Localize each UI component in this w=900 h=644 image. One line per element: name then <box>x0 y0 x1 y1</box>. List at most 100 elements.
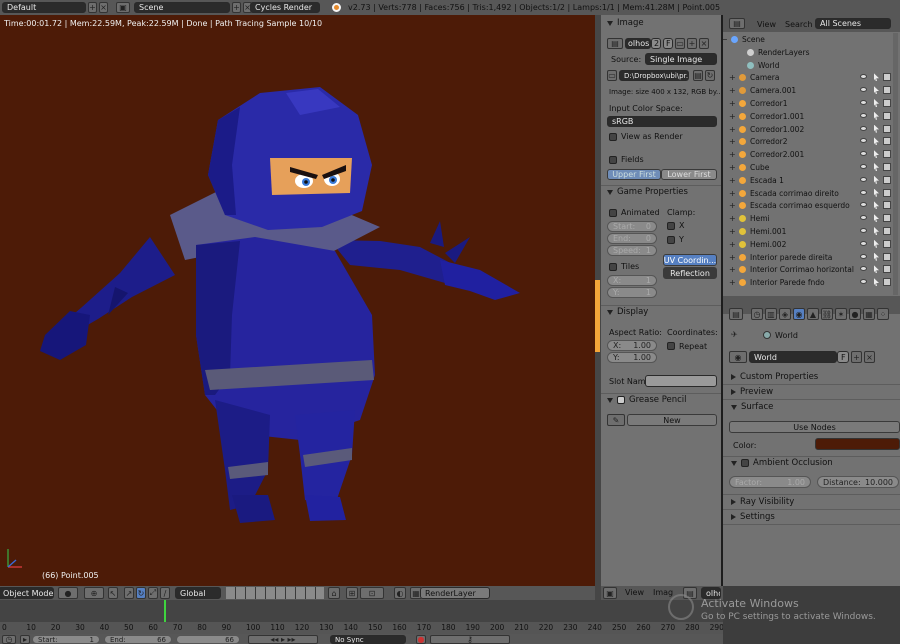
visibility-eye-icon[interactable] <box>860 87 867 93</box>
filepath-browse-icon[interactable]: ▤ <box>693 70 703 81</box>
expand-icon[interactable]: + <box>729 189 737 198</box>
add-layout-icon[interactable]: + <box>88 2 97 13</box>
expand-icon[interactable]: + <box>729 112 737 121</box>
shading-mode-icon[interactable]: ● <box>58 587 78 599</box>
rotate-icon[interactable]: ↻ <box>136 587 146 599</box>
lock-layer-icon[interactable]: ⌂ <box>328 587 340 599</box>
expand-icon[interactable]: + <box>729 73 737 82</box>
color-space-select[interactable]: sRGB <box>607 116 717 127</box>
outliner-view-menu[interactable]: View <box>757 20 776 29</box>
outliner-item[interactable]: + Hemi.002 <box>723 238 893 251</box>
proportional-icon[interactable]: ∕ <box>160 587 170 599</box>
tiles-checkbox[interactable] <box>609 263 617 271</box>
speed-field[interactable]: Speed: 1 <box>607 245 657 256</box>
texture-tab-icon[interactable]: ▦ <box>863 308 875 320</box>
world-new-icon[interactable]: + <box>851 351 862 363</box>
image-browse-icon[interactable]: ▤ <box>607 38 623 49</box>
render-layer-select[interactable]: RenderLayer <box>420 587 490 599</box>
renderable-camera-icon[interactable] <box>883 86 891 95</box>
use-nodes-button[interactable]: Use Nodes <box>729 421 900 433</box>
outliner-item[interactable]: + Escada corrimao esquerdo <box>723 199 893 212</box>
aspect-y-field[interactable]: Y: 1.00 <box>607 352 657 363</box>
timeline-view-icon[interactable]: ▸ <box>20 635 30 644</box>
record-icon[interactable]: ● <box>416 635 426 644</box>
outliner-item[interactable]: + Corredor1.002 <box>723 123 893 136</box>
renderable-camera-icon[interactable] <box>883 124 891 133</box>
screen-layout-select[interactable]: Default <box>2 2 86 13</box>
outliner-scrollbar[interactable] <box>893 33 898 295</box>
outliner-item[interactable]: + Hemi <box>723 212 893 225</box>
selectable-arrow-icon[interactable] <box>874 201 879 210</box>
expand-icon[interactable]: + <box>729 240 737 249</box>
expand-icon[interactable]: + <box>729 253 737 262</box>
outliner-item[interactable]: + Camera <box>723 71 893 84</box>
uv-coordinates-button[interactable]: UV Coordin... <box>663 254 717 266</box>
scene-tab-icon[interactable]: ◈ <box>779 308 791 320</box>
expand-icon[interactable]: + <box>729 150 737 159</box>
world-browse-icon[interactable]: ◉ <box>729 351 747 363</box>
fields-checkbox[interactable] <box>609 156 617 164</box>
expand-icon[interactable]: + <box>729 137 737 146</box>
render-engine-select[interactable]: Cycles Render <box>250 2 320 13</box>
renderable-camera-icon[interactable] <box>883 265 891 274</box>
constraints-tab-icon[interactable]: ⛓ <box>821 308 833 320</box>
visibility-eye-icon[interactable] <box>860 74 867 80</box>
slot-name-field[interactable] <box>645 375 717 387</box>
keying-set-icon[interactable]: ⚷ <box>430 635 510 644</box>
expand-icon[interactable]: + <box>729 214 737 223</box>
outliner-item[interactable]: + Interior Parede fndo <box>723 276 893 289</box>
world-name-field[interactable]: World <box>749 351 837 363</box>
image-open-icon[interactable]: ▭ <box>675 38 685 49</box>
outliner-item[interactable]: World <box>723 59 893 72</box>
renderable-camera-icon[interactable] <box>883 111 891 120</box>
timeline-editor-icon[interactable]: ◷ <box>2 635 16 644</box>
render-preview-icon[interactable]: ◐ <box>394 587 406 599</box>
visibility-eye-icon[interactable] <box>860 240 867 246</box>
image-unlink-icon[interactable]: × <box>699 38 709 49</box>
visibility-eye-icon[interactable] <box>860 164 867 169</box>
end-field[interactable]: End: 0 <box>607 233 657 244</box>
surface-header[interactable]: Surface <box>731 402 773 412</box>
viewport-3d[interactable]: Time:00:01.72 | Mem:22.59M, Peak:22.59M … <box>0 15 595 586</box>
visibility-eye-icon[interactable] <box>860 176 867 182</box>
image-new-icon[interactable]: + <box>687 38 697 49</box>
filepath-field[interactable]: D:\Dropbox\ubi\pr... <box>619 70 689 81</box>
timeline[interactable]: 0 10 20 30 40 50 60 70 80 90 100 110 120 130 140 150 160… <box>0 600 723 644</box>
expand-icon[interactable]: − <box>723 35 729 44</box>
renderable-camera-icon[interactable] <box>883 73 891 82</box>
selectable-arrow-icon[interactable] <box>874 227 879 235</box>
reflection-button[interactable]: Reflection <box>663 267 717 279</box>
renderable-camera-icon[interactable] <box>883 99 891 107</box>
selectable-arrow-icon[interactable] <box>874 239 879 248</box>
renderable-camera-icon[interactable] <box>883 137 891 146</box>
selectable-arrow-icon[interactable] <box>874 124 879 133</box>
current-frame-field[interactable]: 66 <box>176 635 240 644</box>
layer-buttons[interactable] <box>226 587 324 599</box>
selectable-arrow-icon[interactable] <box>874 265 879 274</box>
visibility-eye-icon[interactable] <box>860 253 867 259</box>
visibility-eye-icon[interactable] <box>860 279 867 285</box>
outliner-item[interactable]: + Corredor1 <box>723 97 893 110</box>
clamp-y-checkbox[interactable] <box>667 236 675 244</box>
outliner-item[interactable]: + Corredor2 <box>723 135 893 148</box>
upper-first-button[interactable]: Upper First <box>607 169 661 180</box>
pivot-icon[interactable]: ⊕ <box>84 587 104 599</box>
visibility-eye-icon[interactable] <box>860 202 867 208</box>
expand-icon[interactable]: + <box>729 125 737 134</box>
view-as-render-checkbox[interactable] <box>609 133 617 141</box>
ambient-occlusion-header[interactable]: Ambient Occlusion <box>731 458 833 468</box>
properties-editor-icon[interactable]: ▤ <box>729 308 743 320</box>
outliner-editor-icon[interactable]: ▤ <box>729 18 745 29</box>
expand-icon[interactable]: + <box>729 265 737 274</box>
animated-checkbox[interactable] <box>609 209 617 217</box>
selectable-arrow-icon[interactable] <box>874 99 879 107</box>
selectable-arrow-icon[interactable] <box>874 163 879 171</box>
lower-first-button[interactable]: Lower First <box>661 169 717 180</box>
selectable-arrow-icon[interactable] <box>874 252 879 261</box>
visibility-eye-icon[interactable] <box>860 138 867 144</box>
selectable-arrow-icon[interactable] <box>874 150 879 159</box>
expand-icon[interactable]: + <box>729 176 737 185</box>
visibility-eye-icon[interactable] <box>860 100 867 105</box>
object-mode-select[interactable]: Object Mode <box>0 587 54 599</box>
world-fake-user[interactable]: F <box>837 351 849 363</box>
